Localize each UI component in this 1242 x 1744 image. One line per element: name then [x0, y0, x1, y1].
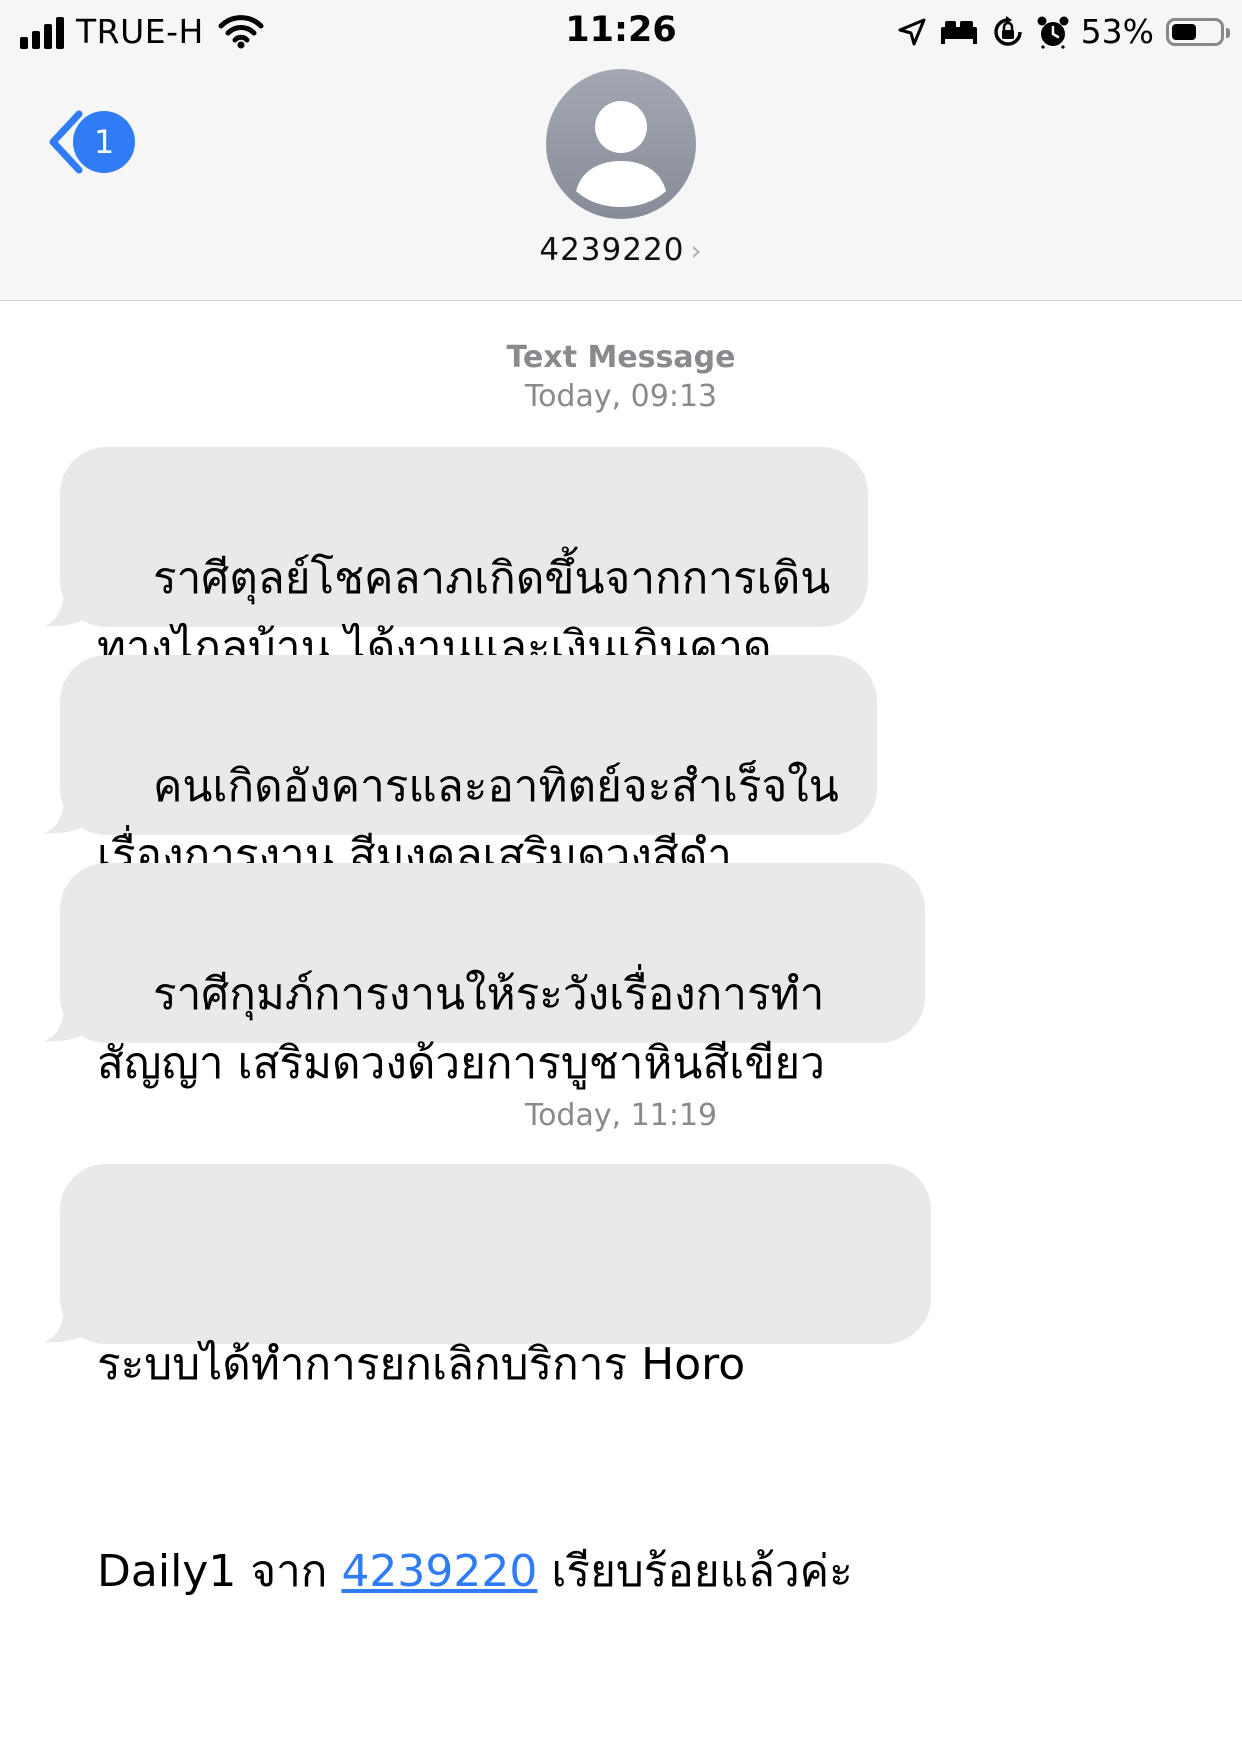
contact-name-button[interactable]: 4239220 ›: [0, 232, 1242, 268]
message-text-line: Daily1 จาก 4239220 เรียบร้อยแล้วค่ะ: [97, 1537, 894, 1606]
location-arrow-icon: [898, 18, 926, 45]
message-text-segment: Daily1 จาก: [97, 1546, 342, 1597]
chevron-right-icon: ›: [690, 234, 703, 267]
conversation-header: TRUE-H 11:26 53% 1 4239220 ›: [0, 0, 1242, 301]
timestamp-text: Today, 09:13: [524, 379, 718, 414]
back-button[interactable]: 1: [45, 110, 135, 174]
battery-icon: [1166, 17, 1230, 46]
status-bar: TRUE-H 11:26 53%: [0, 0, 1242, 64]
unread-badge: 1: [73, 111, 135, 173]
orientation-lock-icon: [993, 15, 1022, 46]
message-text-line: ระบบได้ทำการยกเลิกบริการ Horo: [97, 1339, 746, 1390]
message-bubble[interactable]: ระบบได้ทำการยกเลิกบริการ Horo Daily1 จาก…: [60, 1164, 931, 1597]
message-timestamp: Today, 11:19: [0, 1096, 1242, 1135]
phone-number-link[interactable]: 4239220: [341, 1546, 537, 1597]
alarm-clock-icon: [1037, 16, 1069, 49]
contact-avatar[interactable]: [546, 69, 696, 219]
contact-number: 4239220: [539, 232, 685, 268]
message-timestamp: Text Message Today, 09:13: [0, 338, 1242, 416]
message-bubble[interactable]: ราศีตุลย์โชคลาภเกิดขึ้นจากการเดิน ทางไกล…: [60, 447, 868, 673]
timestamp-text: Today, 11:19: [524, 1098, 718, 1133]
person-silhouette-icon: [576, 101, 666, 207]
message-text-segment: เรียบร้อยแล้วค่ะ: [537, 1546, 853, 1597]
message-text: ราศีกุมภ์การงานให้ระวังเรื่องการทำ สัญญา…: [97, 969, 825, 1089]
message-bubble[interactable]: ราศีกุมภ์การงานให้ระวังเรื่องการทำ สัญญา…: [60, 863, 925, 1089]
battery-percentage: 53%: [1080, 12, 1154, 51]
bed-icon: [940, 20, 977, 44]
status-right: 53%: [897, 12, 1230, 51]
message-bubble[interactable]: คนเกิดอังคารและอาทิตย์จะสำเร็จใน เรื่องก…: [60, 655, 877, 881]
message-type-label: Text Message: [506, 340, 736, 375]
